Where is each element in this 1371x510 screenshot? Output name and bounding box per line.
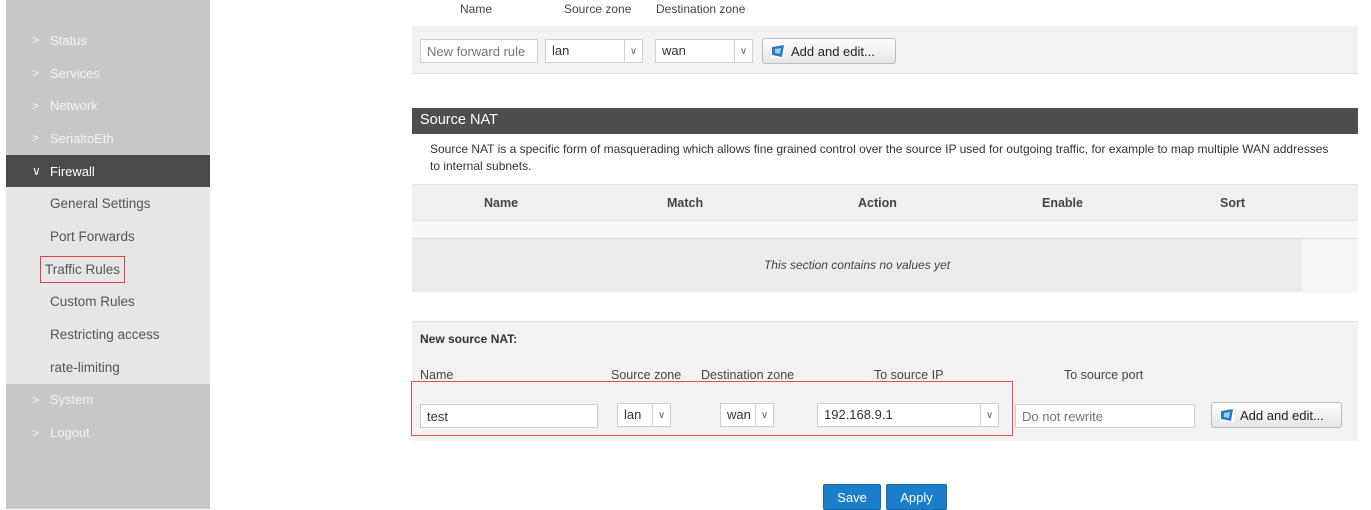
save-label: Save <box>837 489 867 505</box>
select-value: wan <box>662 43 686 58</box>
chevron-down-icon: ∨ <box>734 40 752 62</box>
table-spacer-row <box>412 220 1358 238</box>
forward-dest-zone-header: Destination zone <box>656 2 746 16</box>
new-snat-name-input[interactable] <box>420 404 598 428</box>
forward-name-input[interactable] <box>420 39 538 63</box>
column-action: Action <box>858 196 897 210</box>
sub-item-label: Traffic Rules <box>40 255 126 283</box>
chevron-down-icon: ∨ <box>32 164 41 179</box>
save-button[interactable]: Save <box>823 484 881 510</box>
new-source-nat-title: New source NAT: <box>420 332 518 346</box>
label-to-source-ip: To source IP <box>874 368 944 382</box>
select-value: wan <box>727 407 751 422</box>
sub-item-general-settings[interactable]: General Settings <box>6 187 210 220</box>
apply-button[interactable]: Apply <box>886 484 947 510</box>
source-nat-table-header: Name Match Action Enable Sort <box>412 184 1358 220</box>
sub-item-label: Restricting access <box>50 327 160 343</box>
nav-label: Firewall <box>50 163 95 179</box>
sub-item-custom-rules[interactable]: Custom Rules <box>6 286 210 319</box>
sub-item-label: General Settings <box>50 196 151 212</box>
sub-item-label: Port Forwards <box>50 228 135 244</box>
sub-item-port-forwards[interactable]: Port Forwards <box>6 220 210 253</box>
empty-message: This section contains no values yet <box>763 258 951 272</box>
nav-label: SerialtoEth <box>50 130 114 146</box>
empty-row-sort-cell <box>1302 239 1358 293</box>
forward-add-edit-button[interactable]: Add and edit... <box>762 38 896 64</box>
nav-item-network[interactable]: > Network <box>6 89 210 122</box>
source-nat-title-text: Source NAT <box>420 112 498 128</box>
new-snat-dest-zone-select[interactable]: wan ∨ <box>720 403 774 427</box>
forward-rule-row: lan ∨ wan ∨ Add and edit... <box>412 26 1358 74</box>
select-value: lan <box>624 407 642 422</box>
nav-label: Network <box>50 98 98 114</box>
add-edit-label: Add and edit... <box>1240 407 1324 423</box>
nav-label: System <box>50 392 94 408</box>
chevron-right-icon: > <box>32 392 40 407</box>
nav-item-system[interactable]: > System <box>6 384 210 417</box>
chevron-down-icon: ∨ <box>652 404 670 426</box>
nav-label: Logout <box>50 425 90 441</box>
new-snat-add-edit-button[interactable]: Add and edit... <box>1211 402 1342 428</box>
nav-label: Services <box>50 65 100 81</box>
label-source-zone: Source zone <box>611 368 682 382</box>
chevron-down-icon: ∨ <box>980 404 998 426</box>
label-dest-zone: Destination zone <box>701 368 795 382</box>
sub-item-label: Custom Rules <box>50 294 135 310</box>
chevron-right-icon: > <box>32 98 40 113</box>
label-to-source-port: To source port <box>1064 368 1144 382</box>
chevron-down-icon: ∨ <box>624 40 642 62</box>
nav-item-status[interactable]: > Status <box>6 24 210 57</box>
forward-name-header: Name <box>460 2 493 16</box>
add-edit-label: Add and edit... <box>791 43 875 59</box>
column-enable: Enable <box>1042 196 1083 210</box>
column-match: Match <box>667 196 704 210</box>
forward-dest-zone-select[interactable]: wan ∨ <box>655 39 753 63</box>
new-snat-source-zone-select[interactable]: lan ∨ <box>617 403 671 427</box>
empty-table-row: This section contains no values yet <box>412 238 1358 293</box>
nav-item-serialtoeth[interactable]: > SerialtoEth <box>6 122 210 155</box>
source-nat-description: Source NAT is a specific form of masquer… <box>412 134 1358 184</box>
sub-item-restricting-access[interactable]: Restricting access <box>6 318 210 351</box>
source-nat-title: Source NAT <box>412 108 1358 134</box>
add-edit-icon <box>771 44 785 58</box>
firewall-submenu: General Settings Port Forwards Traffic R… <box>6 187 210 384</box>
sub-item-rate-limiting[interactable]: rate-limiting <box>6 351 210 384</box>
nav-item-logout[interactable]: > Logout <box>6 416 210 449</box>
forward-source-zone-header: Source zone <box>564 2 632 16</box>
sub-item-traffic-rules[interactable]: Traffic Rules <box>6 253 210 286</box>
new-source-nat-box: New source NAT: Name Source zone Destina… <box>412 321 1358 441</box>
label-name: Name <box>420 368 454 382</box>
column-sort: Sort <box>1220 196 1245 210</box>
new-snat-to-source-port-input[interactable] <box>1015 404 1195 428</box>
sidebar: > Status > Services > Network > Serialto… <box>6 0 210 509</box>
apply-label: Apply <box>900 489 933 505</box>
source-nat-description-text: Source NAT is a specific form of masquer… <box>430 142 1329 173</box>
chevron-right-icon: > <box>32 425 40 440</box>
select-value: 192.168.9.1 <box>824 407 893 422</box>
forward-source-zone-select[interactable]: lan ∨ <box>545 39 643 63</box>
chevron-right-icon: > <box>32 33 40 48</box>
sidebar-top-spacer <box>6 0 210 24</box>
chevron-right-icon: > <box>32 66 40 81</box>
chevron-down-icon: ∨ <box>755 404 773 426</box>
sub-item-label: rate-limiting <box>50 359 120 375</box>
forward-headers: Name Source zone Destination zone <box>412 2 1358 18</box>
new-snat-to-source-ip-select[interactable]: 192.168.9.1 ∨ <box>817 403 999 427</box>
chevron-right-icon: > <box>32 131 40 146</box>
select-value: lan <box>552 43 570 58</box>
nav-item-services[interactable]: > Services <box>6 57 210 90</box>
nav-label: Status <box>50 32 87 48</box>
nav-item-firewall[interactable]: ∨ Firewall <box>6 154 210 188</box>
add-edit-icon <box>1220 408 1234 422</box>
column-name: Name <box>484 196 519 210</box>
